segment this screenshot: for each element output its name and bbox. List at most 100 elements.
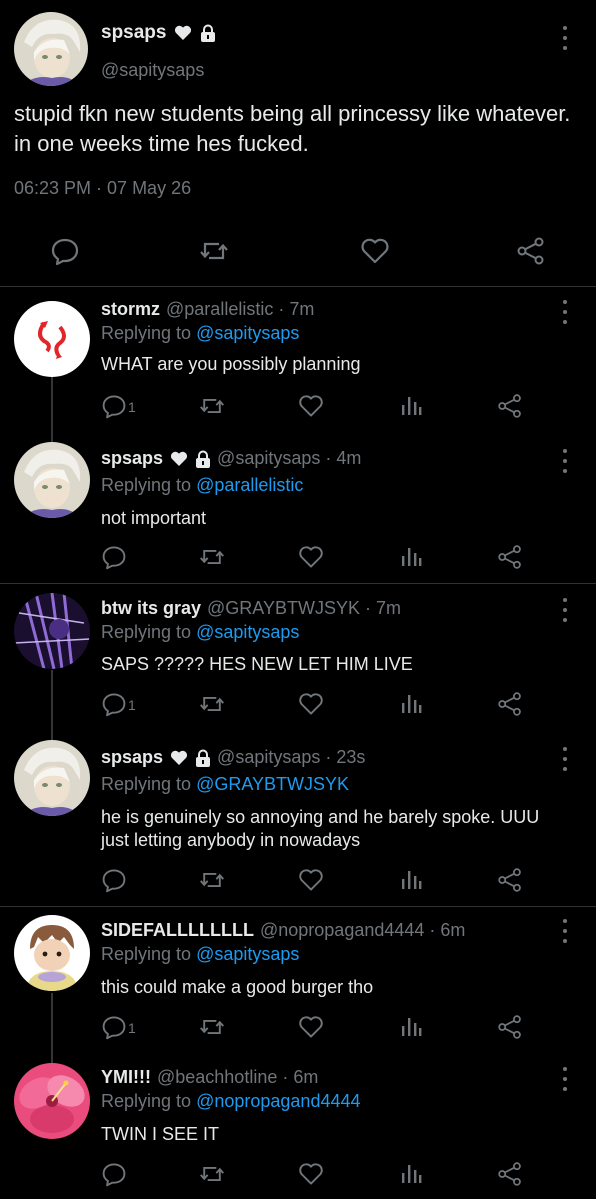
share-icon[interactable] — [497, 393, 523, 419]
reply-icon[interactable] — [101, 1014, 127, 1040]
display-name: YMI!!! — [101, 1067, 151, 1087]
main-tweet: spsaps @sapitysaps stupid fkn new studen… — [0, 0, 596, 287]
display-name: btw its gray — [101, 598, 202, 618]
replying-to: Replying to @sapitysaps — [101, 944, 300, 964]
avatar[interactable] — [14, 1063, 90, 1139]
reply-icon[interactable] — [101, 393, 127, 419]
mention-link[interactable]: @parallelistic — [196, 475, 303, 495]
reply-icon[interactable] — [101, 867, 127, 893]
reply-header[interactable]: SIDEFALLLLLLLL @nopropagand4444 · 6m — [101, 920, 465, 941]
reply-icon[interactable] — [101, 1161, 127, 1187]
like-icon[interactable] — [360, 236, 390, 266]
lock-icon — [195, 450, 211, 468]
reply-count: 1 — [128, 1020, 136, 1036]
reply-header[interactable]: spsaps @sapitysaps · 4m — [101, 448, 361, 469]
heart-icon — [170, 451, 188, 467]
analytics-icon[interactable] — [398, 691, 424, 717]
handle-and-time: @sapitysaps · 23s — [217, 747, 366, 767]
retweet-icon[interactable] — [199, 691, 225, 717]
tweet-timestamp: 06:23 PM · 07 May 26 — [14, 178, 192, 198]
reply-text: WHAT are you possibly planning — [101, 354, 361, 374]
reply-header[interactable]: stormz @parallelistic · 7m — [101, 299, 314, 320]
reply-tweet: stormz @parallelistic · 7m Replying to @… — [0, 288, 596, 435]
more-options-icon[interactable] — [561, 747, 569, 771]
handle-and-time: @parallelistic · 7m — [166, 299, 315, 319]
handle-and-time: @beachhotline · 6m — [156, 1067, 319, 1087]
replying-to: Replying to @nopropagand4444 — [101, 1091, 361, 1111]
lock-icon — [200, 24, 216, 42]
avatar[interactable] — [14, 740, 90, 816]
handle-and-time: @nopropagand4444 · 6m — [259, 920, 466, 940]
display-name: SIDEFALLLLLLLL — [101, 920, 254, 940]
reply-tweet: spsaps @sapitysaps · 4m Replying to @par… — [0, 437, 596, 582]
reply-text: SAPS ????? HES NEW LET HIM LIVE — [101, 654, 413, 674]
lock-icon — [195, 749, 211, 767]
reply-tweet: spsaps @sapitysaps · 23s Replying to @GR… — [0, 735, 596, 903]
reply-text: he is genuinely so annoying and he barel… — [101, 807, 540, 850]
more-options-icon[interactable] — [561, 919, 569, 943]
analytics-icon[interactable] — [398, 867, 424, 893]
mention-link[interactable]: @sapitysaps — [196, 323, 299, 343]
avatar[interactable] — [14, 593, 90, 669]
share-icon[interactable] — [497, 1014, 523, 1040]
replying-to: Replying to @sapitysaps — [101, 323, 300, 343]
reply-icon[interactable] — [101, 544, 127, 570]
like-icon[interactable] — [298, 1161, 324, 1187]
share-icon[interactable] — [497, 544, 523, 570]
replying-to: Replying to @parallelistic — [101, 475, 304, 495]
avatar[interactable] — [14, 915, 90, 991]
reply-icon[interactable] — [101, 691, 127, 717]
tweet-text: stupid fkn new students being all prince… — [14, 101, 571, 156]
avatar[interactable] — [14, 442, 90, 518]
like-icon[interactable] — [298, 544, 324, 570]
reply-tweet: YMI!!! @beachhotline · 6m Replying to @n… — [0, 1056, 596, 1199]
reply-count: 1 — [128, 399, 136, 415]
reply-text: not important — [101, 508, 207, 528]
author-handle[interactable]: @sapitysaps — [101, 60, 204, 81]
like-icon[interactable] — [298, 691, 324, 717]
analytics-icon[interactable] — [398, 393, 424, 419]
handle-and-time: @sapitysaps · 4m — [217, 448, 362, 468]
avatar[interactable] — [14, 301, 90, 377]
more-options-icon[interactable] — [561, 26, 569, 50]
avatar[interactable] — [14, 12, 88, 86]
handle-and-time: @GRAYBTWJSYK · 7m — [207, 598, 401, 618]
reply-icon[interactable] — [50, 236, 80, 266]
display-name: spsaps — [101, 747, 164, 767]
heart-icon — [174, 25, 192, 41]
reply-text: TWIN I SEE IT — [101, 1124, 220, 1144]
display-name: spsaps — [101, 448, 164, 468]
mention-link[interactable]: @GRAYBTWJSYK — [196, 774, 349, 794]
like-icon[interactable] — [298, 867, 324, 893]
reply-text: this could make a good burger tho — [101, 977, 374, 997]
retweet-icon[interactable] — [199, 867, 225, 893]
retweet-icon[interactable] — [199, 1014, 225, 1040]
display-name: spsaps — [101, 22, 167, 43]
mention-link[interactable]: @sapitysaps — [196, 622, 299, 642]
analytics-icon[interactable] — [398, 544, 424, 570]
share-icon[interactable] — [497, 1161, 523, 1187]
retweet-icon[interactable] — [199, 236, 229, 266]
analytics-icon[interactable] — [398, 1161, 424, 1187]
more-options-icon[interactable] — [561, 300, 569, 324]
retweet-icon[interactable] — [199, 393, 225, 419]
analytics-icon[interactable] — [398, 1014, 424, 1040]
mention-link[interactable]: @sapitysaps — [196, 944, 299, 964]
replying-to: Replying to @GRAYBTWJSYK — [101, 774, 350, 794]
share-icon[interactable] — [497, 867, 523, 893]
reply-header[interactable]: btw its gray @GRAYBTWJSYK · 7m — [101, 598, 401, 619]
share-icon[interactable] — [516, 236, 546, 266]
retweet-icon[interactable] — [199, 544, 225, 570]
more-options-icon[interactable] — [561, 598, 569, 622]
retweet-icon[interactable] — [199, 1161, 225, 1187]
reply-header[interactable]: YMI!!! @beachhotline · 6m — [101, 1067, 318, 1088]
like-icon[interactable] — [298, 1014, 324, 1040]
reply-header[interactable]: spsaps @sapitysaps · 23s — [101, 747, 365, 768]
reply-count: 1 — [128, 697, 136, 713]
more-options-icon[interactable] — [561, 449, 569, 473]
like-icon[interactable] — [298, 393, 324, 419]
more-options-icon[interactable] — [561, 1067, 569, 1091]
share-icon[interactable] — [497, 691, 523, 717]
mention-link[interactable]: @nopropagand4444 — [196, 1091, 360, 1111]
author-name[interactable]: spsaps — [101, 22, 216, 44]
